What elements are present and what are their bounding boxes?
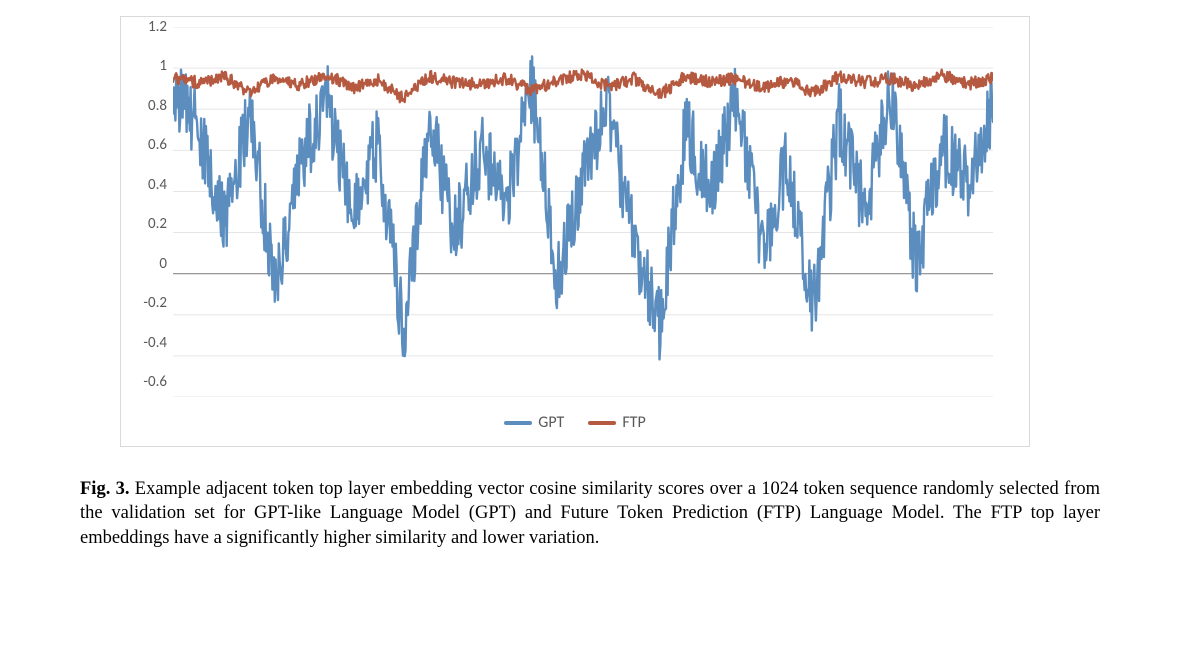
y-tick-label: 1.2 bbox=[148, 20, 167, 35]
figure-page: 1.2 1 0.8 0.6 0.4 0.2 0 -0.2 -0.4 -0.6 G… bbox=[0, 0, 1180, 560]
plot-area: 1.2 1 0.8 0.6 0.4 0.2 0 -0.2 -0.4 -0.6 bbox=[121, 17, 1029, 397]
legend-item-ftp: FTP bbox=[588, 413, 645, 432]
chart-svg bbox=[173, 27, 993, 397]
y-tick-label: 0 bbox=[159, 257, 167, 272]
y-tick-label: -0.2 bbox=[143, 296, 167, 311]
legend-swatch-gpt bbox=[504, 421, 532, 425]
y-tick-label: 0.4 bbox=[148, 178, 167, 193]
plot-canvas bbox=[173, 27, 1009, 397]
y-tick-label: 0.8 bbox=[148, 99, 167, 114]
y-tick-label: 1 bbox=[159, 59, 167, 74]
legend-label-gpt: GPT bbox=[538, 413, 564, 432]
legend-swatch-ftp bbox=[588, 421, 616, 425]
figure-caption-text: Example adjacent token top layer embeddi… bbox=[80, 479, 1100, 548]
y-tick-label: -0.6 bbox=[143, 375, 167, 390]
y-tick-label: -0.4 bbox=[143, 336, 167, 351]
legend-label-ftp: FTP bbox=[622, 413, 645, 432]
legend: GPT FTP bbox=[121, 397, 1029, 446]
y-tick-label: 0.6 bbox=[148, 138, 167, 153]
figure-label: Fig. 3. bbox=[80, 479, 129, 499]
y-tick-label: 0.2 bbox=[148, 217, 167, 232]
y-axis: 1.2 1 0.8 0.6 0.4 0.2 0 -0.2 -0.4 -0.6 bbox=[129, 27, 173, 397]
legend-item-gpt: GPT bbox=[504, 413, 564, 432]
chart-container: 1.2 1 0.8 0.6 0.4 0.2 0 -0.2 -0.4 -0.6 G… bbox=[120, 16, 1030, 447]
figure-caption: Fig. 3. Example adjacent token top layer… bbox=[80, 477, 1100, 550]
